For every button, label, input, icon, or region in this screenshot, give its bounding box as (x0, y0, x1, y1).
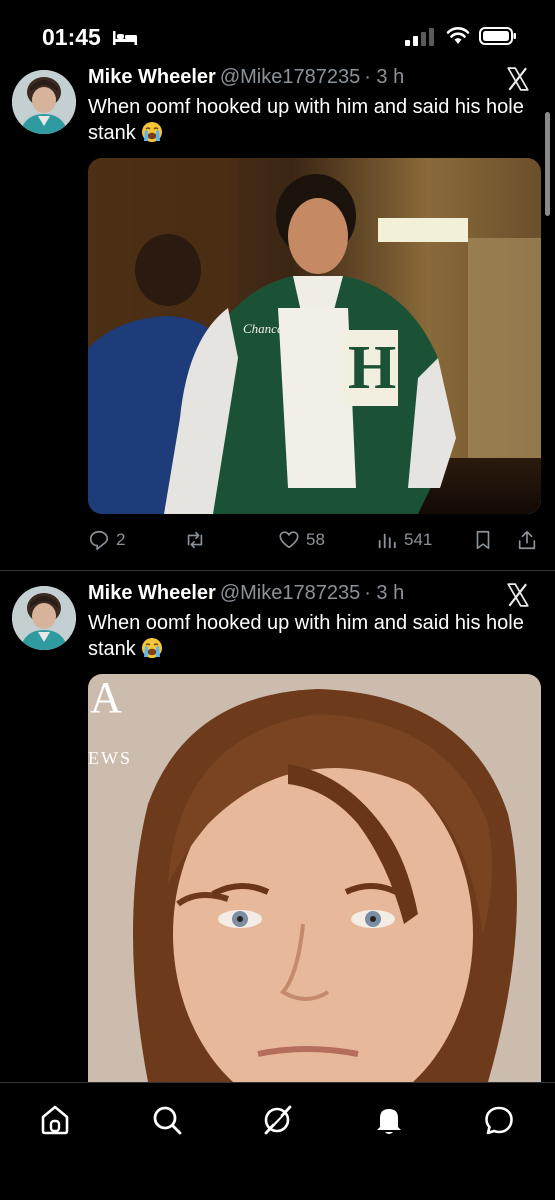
reply-icon (89, 530, 109, 550)
tweet[interactable]: Mike Wheeler @Mike1787235 · 3 h When oomf … (0, 62, 555, 570)
reply-button[interactable]: 2 (88, 526, 125, 554)
avatar[interactable] (12, 586, 76, 650)
share-icon (518, 530, 536, 550)
nav-messages[interactable] (482, 1103, 516, 1137)
tweet-actions: 2 58 541 (88, 526, 543, 554)
like-button[interactable]: 58 (278, 526, 325, 554)
sleep-focus-icon (113, 31, 137, 45)
tweet-photo[interactable]: H Chance (88, 158, 541, 514)
signal-icon (405, 28, 434, 46)
views-icon (378, 533, 396, 549)
repost-icon (187, 531, 203, 549)
tweet[interactable]: Mike Wheeler @Mike1787235 · 3 h When oomf … (0, 578, 555, 1082)
magazine-logo-letter: A (90, 674, 122, 722)
wifi-icon (446, 27, 470, 44)
loudly-crying-face-icon (142, 122, 163, 142)
bookmark-icon (476, 530, 490, 550)
status-bar: 01:45 (0, 0, 555, 62)
status-time: 01:45 (42, 24, 101, 50)
nav-notifications[interactable] (372, 1103, 406, 1137)
view-count: 541 (404, 530, 433, 549)
svg-text:H: H (348, 334, 396, 402)
share-button[interactable] (516, 526, 538, 554)
views-button[interactable]: 541 (376, 526, 432, 554)
loudly-crying-face-icon (142, 638, 163, 658)
messages-icon (485, 1106, 513, 1135)
tweet-text: When oomf hooked up with him and said hi… (88, 610, 528, 662)
nav-grok[interactable] (260, 1103, 294, 1137)
heart-icon (279, 531, 299, 549)
tweet-time: · 3 h (364, 66, 405, 88)
battery-icon (479, 27, 516, 45)
grok-icon (264, 1105, 292, 1135)
x-logo-icon (507, 67, 529, 91)
nav-home[interactable] (38, 1103, 72, 1137)
avatar[interactable] (12, 70, 76, 134)
author-handle[interactable]: @Mike1787235 (220, 66, 360, 88)
x-logo-icon (507, 583, 529, 607)
home-indicator (190, 1183, 365, 1189)
author-row: Mike Wheeler @Mike1787235 · 3 h (88, 582, 404, 605)
author-name[interactable]: Mike Wheeler (88, 66, 216, 88)
search-icon (153, 1106, 182, 1135)
repost-button[interactable] (184, 526, 212, 554)
home-icon (41, 1105, 69, 1135)
author-row: Mike Wheeler @Mike1787235 · 3 h (88, 66, 404, 89)
tweet-time: · 3 h (364, 582, 405, 604)
tweet-photo[interactable]: A EWS (88, 674, 541, 1082)
like-count: 58 (306, 530, 325, 549)
notifications-icon (377, 1109, 401, 1134)
tweet-text: When oomf hooked up with him and said hi… (88, 94, 528, 146)
bookmark-button[interactable] (472, 526, 494, 554)
author-name[interactable]: Mike Wheeler (88, 582, 216, 604)
reply-count: 2 (116, 530, 126, 549)
author-handle[interactable]: @Mike1787235 (220, 582, 360, 604)
nav-search[interactable] (150, 1103, 184, 1137)
tweet-divider (0, 570, 555, 571)
magazine-logo-word: EWS (88, 748, 132, 768)
bottom-nav (0, 1082, 555, 1200)
jacket-name: Chance (243, 321, 283, 336)
